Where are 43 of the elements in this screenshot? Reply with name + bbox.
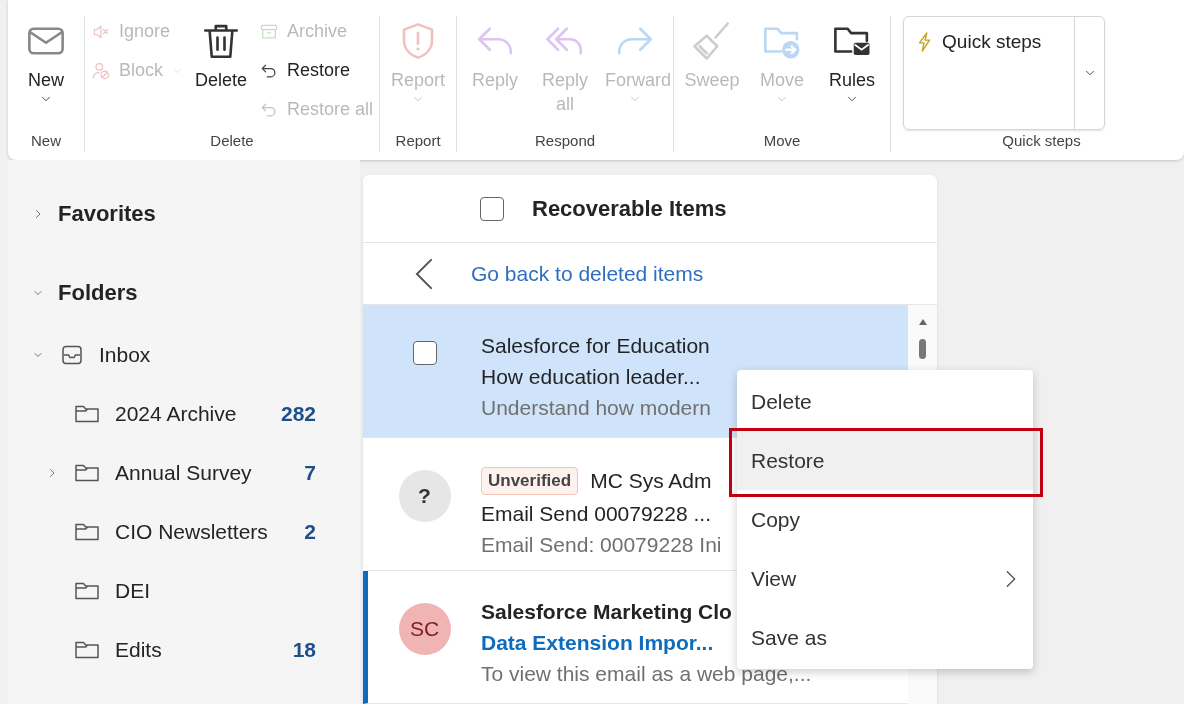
select-all-checkbox[interactable] (480, 196, 504, 221)
message-preview: Understand how modern (481, 396, 711, 420)
ribbon-button[interactable]: Rules (818, 16, 887, 106)
folder-item[interactable]: Inbox (8, 325, 360, 384)
folder-item[interactable]: CIO Newsletters 2 (8, 502, 360, 561)
menu-item[interactable]: Restore (737, 431, 1033, 490)
back-link[interactable]: Go back to deleted items (471, 261, 704, 286)
folder-item[interactable]: DEI (8, 561, 360, 620)
avatar: ? (398, 470, 451, 522)
group-label: Delete (210, 131, 254, 151)
scroll-up-icon (918, 319, 927, 325)
back-icon (413, 256, 435, 291)
message-preview: Email Send: 00079228 Ini (481, 533, 722, 557)
unread-count: 18 (292, 637, 316, 662)
ribbon-button[interactable]: New (12, 16, 80, 106)
folder-item[interactable]: Edits 18 (8, 620, 360, 679)
message-subject: How education leader... (481, 365, 701, 389)
scroll-thumb[interactable] (919, 339, 926, 359)
folder-item[interactable]: Annual Survey 7 (8, 443, 360, 502)
unread-count: 282 (280, 401, 316, 426)
group-label: Report (395, 131, 441, 151)
group-label: New (31, 131, 61, 151)
avatar: SC (398, 603, 451, 655)
ribbon-button[interactable]: Restore (257, 55, 376, 86)
message-subject: Data Extension Impor... (481, 631, 714, 655)
sender-name: Salesforce Marketing Clo (481, 600, 732, 624)
folder-title: Recoverable Items (532, 195, 727, 222)
people-icon (91, 60, 111, 81)
message-subject: Email Send 00079228 ... (481, 502, 711, 526)
unread-count: 7 (304, 460, 316, 485)
ribbon-button[interactable]: Delete (187, 16, 255, 92)
folder-item[interactable]: 2024 Archive 282 (8, 384, 360, 443)
folder-item[interactable]: Favorites (8, 194, 360, 234)
group-label: Quick steps (1002, 131, 1081, 151)
folder-item[interactable]: Folders (8, 273, 360, 313)
group-label: Move (763, 131, 801, 151)
message-checkbox[interactable] (412, 341, 437, 365)
quick-step-button[interactable]: Quick steps (904, 17, 1075, 129)
sender-name: Salesforce for Education (481, 334, 710, 358)
unread-count: 2 (304, 519, 316, 544)
group-label: Respond (535, 131, 596, 151)
sender-name: MC Sys Adm (590, 469, 712, 493)
unverified-tag: Unverified (481, 467, 579, 495)
